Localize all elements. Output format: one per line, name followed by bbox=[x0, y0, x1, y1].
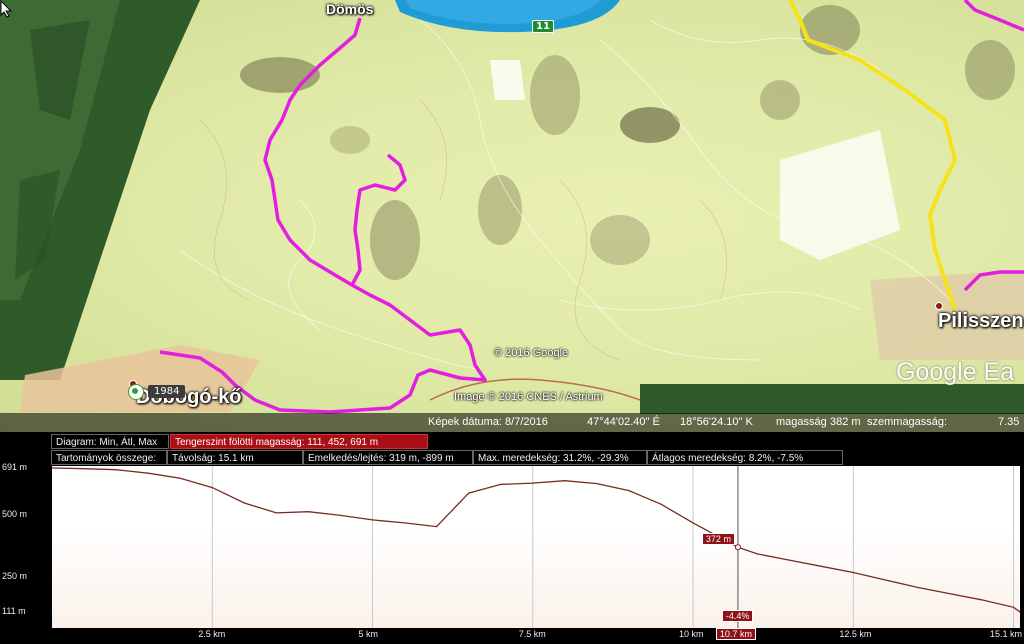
profile-point bbox=[115, 469, 117, 471]
x-tick-label: 10 km bbox=[679, 629, 704, 639]
y-tick-label: 500 m bbox=[2, 509, 28, 520]
profile-point bbox=[436, 525, 438, 528]
profile-info-row-2: Tartományok összege: Távolság: 15.1 km E… bbox=[0, 450, 1024, 466]
profile-point bbox=[980, 599, 983, 601]
status-bar: Képek dátuma: 8/7/2016 47°44'02.40" É 18… bbox=[0, 413, 1024, 432]
profile-point bbox=[468, 492, 470, 494]
profile-point bbox=[275, 512, 277, 514]
profile-point bbox=[403, 522, 406, 524]
profile-point bbox=[820, 565, 822, 567]
distance-stat[interactable]: Távolság: 15.1 km bbox=[167, 450, 303, 465]
map-view[interactable]: Dömös Dobogó-kő Pilisszen 11 1984 © 2016… bbox=[0, 0, 1024, 432]
latitude: 47°44'02.40" É bbox=[587, 416, 660, 428]
eye-altitude-label: szemmagasság: bbox=[867, 416, 948, 428]
profile-point bbox=[500, 483, 502, 485]
profile-point bbox=[660, 503, 662, 505]
cursor-elevation-flag: 372 m bbox=[701, 533, 735, 546]
x-tick-label: 7.5 km bbox=[518, 629, 546, 639]
copyright-image: Image © 2016 CNES / Astrium bbox=[454, 391, 603, 403]
profile-point bbox=[147, 472, 149, 474]
cursor-distance-flag: 10.7 km bbox=[715, 628, 756, 640]
profile-point bbox=[83, 468, 85, 470]
diagram-mode[interactable]: Diagram: Min, Átl, Max bbox=[51, 434, 169, 449]
profile-point bbox=[339, 514, 342, 517]
viewer-icon[interactable] bbox=[128, 384, 144, 400]
profile-point bbox=[948, 593, 951, 595]
google-earth-logo: Google Ea bbox=[896, 358, 1015, 386]
profile-point bbox=[1012, 606, 1015, 608]
elevation-profile-line bbox=[51, 467, 1021, 613]
x-tick-label: 15.1 km bbox=[990, 629, 1023, 639]
x-tick-label: 5 km bbox=[358, 629, 379, 639]
x-tick-label: 2.5 km bbox=[198, 629, 226, 639]
profile-point bbox=[788, 559, 790, 561]
altitude-summary[interactable]: Tengerszint fölötti magasság: 111, 452, … bbox=[170, 434, 428, 449]
place-label-pilisszentlaszlo[interactable]: Pilisszen bbox=[938, 310, 1024, 333]
longitude: 18°56'24.10" K bbox=[680, 416, 753, 428]
cursor-point bbox=[734, 544, 741, 551]
cursor-icon bbox=[0, 0, 13, 18]
profile-point bbox=[307, 511, 310, 513]
profile-point bbox=[179, 477, 181, 479]
profile-point bbox=[211, 487, 213, 489]
profile-point bbox=[916, 586, 919, 589]
y-tick-label: 691 m bbox=[2, 462, 28, 472]
map-terrain bbox=[0, 0, 1024, 414]
gain-loss-stat[interactable]: Emelkedés/lejtés: 319 m, -899 m bbox=[303, 450, 473, 465]
profile-point bbox=[692, 522, 694, 524]
copyright-google: © 2016 Google bbox=[494, 347, 569, 359]
max-slope-stat[interactable]: Max. meredekség: 31.2%, -29.3% bbox=[473, 450, 647, 465]
google-earth-window: Dömös Dobogó-kő Pilisszen 11 1984 © 2016… bbox=[0, 0, 1024, 644]
avg-slope-stat[interactable]: Átlagos meredekség: 8.2%, -7.5% bbox=[647, 450, 843, 465]
profile-point bbox=[884, 579, 886, 581]
profile-point bbox=[532, 482, 534, 484]
photo-year-badge[interactable]: 1984 bbox=[148, 385, 186, 398]
elevation-chart-svg bbox=[51, 466, 1021, 628]
place-marker-pilisszentlaszlo[interactable] bbox=[935, 302, 943, 310]
place-label-domos[interactable]: Dömös bbox=[326, 1, 373, 17]
profile-point bbox=[852, 571, 854, 574]
y-tick-label: 111 m bbox=[2, 606, 26, 616]
road-shield: 11 bbox=[532, 20, 554, 33]
eye-altitude-value: 7.35 bbox=[998, 416, 1020, 428]
profile-point bbox=[628, 489, 630, 492]
image-date: Képek dátuma: 8/7/2016 bbox=[428, 416, 548, 428]
elevation-value: 382 m bbox=[830, 416, 861, 428]
profile-point bbox=[756, 553, 758, 555]
cursor-slope-flag: -4.4% bbox=[721, 610, 754, 622]
elevation-chart[interactable] bbox=[51, 466, 1021, 628]
profile-point bbox=[243, 502, 245, 504]
profile-point bbox=[564, 480, 566, 482]
y-tick-label: 250 m bbox=[2, 571, 28, 582]
profile-point bbox=[371, 519, 374, 521]
profile-info-row-1: Diagram: Min, Átl, Max Tengerszint fölöt… bbox=[0, 434, 1024, 450]
x-tick-label: 12.5 km bbox=[839, 629, 872, 639]
elevation-label: magasság bbox=[776, 416, 827, 428]
profile-point bbox=[596, 483, 598, 485]
ranges-label: Tartományok összege: bbox=[51, 450, 167, 465]
